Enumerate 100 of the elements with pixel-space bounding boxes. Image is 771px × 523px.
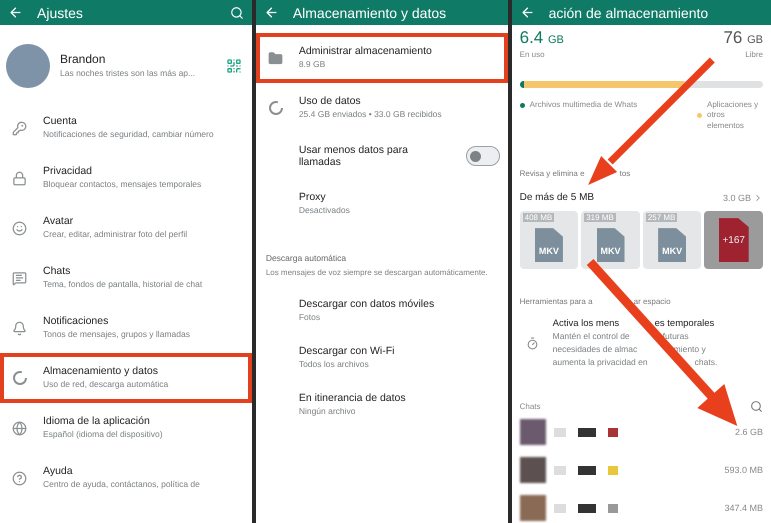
section-note: Los mensajes de voz siempre se descargan automáticamente. — [264, 267, 489, 279]
tool-description: necesidades de almac — [552, 344, 638, 356]
section-title: tos — [620, 169, 632, 178]
item-subtitle: Crear, editar, administrar foto del perfil — [43, 229, 188, 241]
item-subtitle: Centro de ayuda, contáctanos, política de — [43, 479, 201, 491]
item-subtitle: Uso de red, descarga automática — [43, 379, 170, 391]
blurred-name-drawing — [554, 504, 618, 513]
key-icon — [12, 120, 27, 136]
settings-item[interactable]: Almacenamiento y datos Uso de red, descarga automática — [0, 353, 252, 403]
free-label: Libre — [745, 50, 763, 59]
settings-item[interactable]: Ayuda Centro de ayuda, contáctanos, política de — [0, 453, 252, 503]
item-title: Notificaciones — [43, 315, 110, 328]
chat-row[interactable]: 347.4 MB — [520, 489, 763, 523]
back-button[interactable] — [264, 5, 279, 20]
more-files-count: +167 — [722, 234, 745, 246]
tool-description: chats. — [694, 357, 718, 368]
item-subtitle: Todos los archivos — [298, 358, 370, 370]
face-icon — [12, 220, 27, 236]
item-subtitle: 25.4 GB enviados • 33.0 GB recibidos — [298, 109, 443, 121]
item-title: Cuenta — [43, 115, 78, 128]
used-storage: 6.4 GB — [520, 28, 565, 48]
item-title: Almacenamiento y datos — [43, 365, 159, 378]
settings-item[interactable]: En itinerancia de datos Ningún archivo — [256, 380, 508, 428]
chat-storage-size: 347.4 MB — [724, 503, 763, 514]
folder-icon — [268, 50, 283, 66]
item-subtitle: Desactivados — [298, 205, 351, 217]
settings-item[interactable]: Proxy Desactivados — [256, 179, 508, 229]
chat-storage-size: 2.6 GB — [734, 427, 763, 438]
settings-item[interactable]: Avatar Crear, editar, administrar foto del perfil — [0, 203, 252, 253]
legend-label: Archivos multimedia de Whats — [530, 100, 638, 110]
item-title: Avatar — [43, 215, 74, 228]
tool-description: Mantén el control de — [552, 331, 631, 342]
section-title: Revisa y elimina e — [520, 169, 586, 178]
item-title: Administrar almacenamiento — [298, 45, 433, 58]
item-title: Usar menos datos para llamadas — [298, 144, 409, 168]
large-files-size: 3.0 GB — [722, 192, 751, 203]
screen-title: ación de almacenamiento — [548, 4, 710, 20]
settings-item[interactable]: Descargar con datos móviles Fotos — [256, 286, 508, 334]
chat-row[interactable]: 2.6 GB — [520, 413, 763, 452]
large-files-title: De más de 5 MB — [520, 192, 594, 204]
item-title: Chats — [43, 265, 72, 278]
file-size: 257 MB — [646, 213, 678, 222]
item-title: Descargar con Wi-Fi — [298, 344, 396, 357]
item-title: Proxy — [298, 191, 327, 204]
settings-item[interactable]: Chats Tema, fondos de pantalla, historial de chat — [0, 253, 252, 303]
globe-icon — [12, 420, 27, 436]
search-button[interactable] — [230, 6, 244, 20]
settings-item[interactable]: Privacidad Bloquear contactos, mensajes temporales — [0, 153, 252, 203]
blurred-name-drawing — [554, 466, 618, 475]
help-icon — [12, 470, 27, 486]
bell-icon — [12, 320, 27, 336]
blurred-name-drawing — [554, 428, 618, 437]
settings-item[interactable]: Cuenta Notificaciones de seguridad, cambiar número — [0, 103, 252, 153]
settings-item[interactable]: Notificaciones Tonos de mensajes, grupos y llamadas — [0, 303, 252, 353]
settings-item[interactable]: Descargar con Wi-Fi Todos los archivos — [256, 334, 508, 381]
video-file-icon: MKV — [658, 228, 686, 262]
item-subtitle: Fotos — [298, 312, 322, 323]
qr-code-icon[interactable] — [226, 58, 242, 74]
item-subtitle: Tema, fondos de pantalla, historial de chat — [43, 279, 204, 291]
blurred-avatar — [520, 457, 546, 484]
toggle-switch[interactable] — [466, 146, 500, 166]
data-usage-icon — [12, 370, 28, 386]
item-subtitle: Español (idioma del dispositivo) — [43, 429, 164, 441]
free-storage: 76 GB — [723, 28, 763, 48]
timer-icon — [526, 336, 539, 350]
legend-label: Aplicaciones y otros elementos — [707, 100, 760, 132]
chat-row[interactable]: 593.0 MB — [520, 451, 763, 490]
profile-status: Las noches tristes son las más ap... — [60, 68, 196, 80]
video-file-icon: MKV — [534, 228, 563, 262]
item-subtitle: 8.9 GB — [298, 59, 326, 71]
file-size: 319 MB — [584, 213, 616, 222]
message-icon — [12, 270, 27, 286]
back-button[interactable] — [520, 5, 535, 20]
video-file-icon: MKV — [596, 228, 625, 262]
tool-title: es temporales — [654, 318, 716, 330]
blurred-avatar — [520, 495, 546, 522]
settings-item[interactable]: Idioma de la aplicación Español (idioma del dispositivo) — [0, 403, 252, 453]
item-title: Uso de datos — [298, 95, 362, 108]
settings-item[interactable]: Administrar almacenamiento 8.9 GB — [256, 33, 508, 83]
tool-description: futuras — [662, 331, 690, 342]
section-title: Chats — [520, 402, 541, 412]
more-files-thumbnail[interactable]: +167 — [704, 211, 763, 270]
chat-storage-size: 593.0 MB — [724, 465, 763, 476]
back-button[interactable] — [8, 5, 23, 20]
item-title: Privacidad — [43, 165, 94, 178]
profile-photo-placeholder[interactable] — [6, 44, 50, 88]
settings-item[interactable]: Uso de datos 25.4 GB enviados • 33.0 GB recibidos — [256, 83, 508, 133]
screen-title: Ajustes — [37, 4, 84, 20]
screen-title: Almacenamiento y datos — [292, 4, 448, 20]
section-title: Descarga automática — [264, 253, 348, 263]
section-title: ar espacio — [634, 297, 672, 306]
section-title: Herramientas para a — [520, 297, 594, 306]
file-size: 408 MB — [522, 213, 554, 222]
item-subtitle: Ningún archivo — [298, 406, 357, 417]
search-icon[interactable] — [750, 400, 763, 414]
profile-name: Brandon — [60, 52, 106, 66]
blurred-avatar — [520, 419, 546, 446]
item-title: Ayuda — [43, 465, 74, 478]
item-subtitle: Tonos de mensajes, grupos y llamadas — [43, 329, 191, 341]
item-title: Descargar con datos móviles — [298, 298, 436, 310]
